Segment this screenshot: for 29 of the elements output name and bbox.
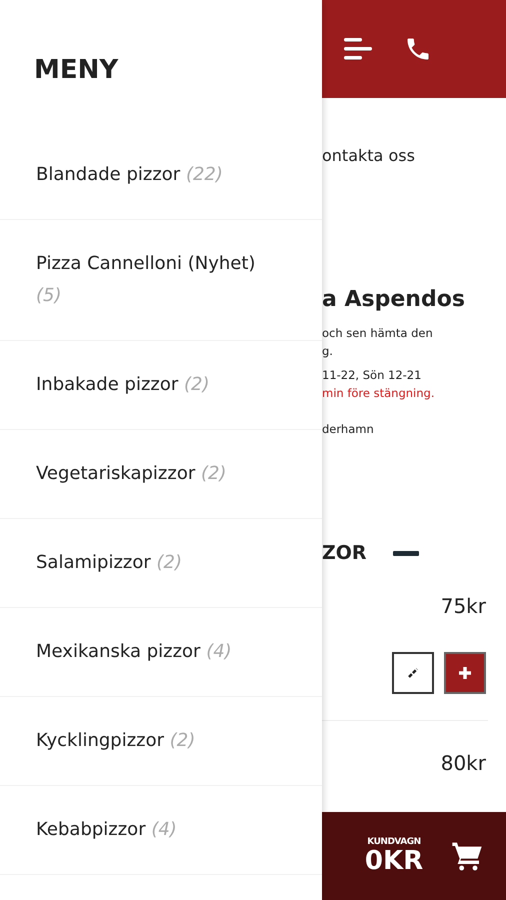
cart-icon	[451, 840, 484, 872]
edit-button[interactable]	[392, 652, 434, 694]
contact-link[interactable]: ontakta oss	[322, 146, 506, 165]
info-text: och sen hämta den	[322, 325, 434, 342]
category-item[interactable]: Mexikanska pizzor (4)	[0, 608, 322, 697]
product-price: 75kr	[440, 594, 486, 618]
category-item[interactable]: Blandade pizzor (22)	[0, 131, 322, 220]
info-text: derhamn	[322, 421, 375, 438]
category-item[interactable]: Salamipizzor (2)	[0, 519, 322, 608]
pencil-icon	[406, 666, 420, 680]
cart-total: 0KR	[364, 847, 424, 875]
category-item[interactable]: Kycklingpizzor (2)	[0, 697, 322, 786]
info-text: g.	[322, 343, 334, 360]
drawer-title: MENY	[34, 55, 120, 87]
category-item[interactable]: Kebabpizzor (4)	[0, 786, 322, 875]
section-title: ZOR	[322, 542, 367, 564]
category-item[interactable]: Pizza Cannelloni (Nyhet) (5)	[0, 220, 322, 341]
category-item[interactable]: Inbakade pizzor (2)	[0, 341, 322, 430]
plus-icon	[458, 666, 472, 680]
restaurant-title: a Aspendos	[322, 287, 466, 312]
product-price: 80kr	[440, 751, 486, 775]
menu-icon[interactable]	[344, 37, 374, 61]
cart-bar[interactable]: KUNDVAGN 0KR	[322, 812, 506, 900]
collapse-icon[interactable]	[392, 550, 419, 556]
info-text: 11-22, Sön 12-21	[322, 367, 422, 384]
add-button[interactable]	[444, 652, 486, 694]
category-item[interactable]: Vegetariskapizzor (2)	[0, 430, 322, 519]
cart-label: KUNDVAGN	[367, 837, 421, 847]
info-text: min före stängning.	[322, 385, 436, 402]
